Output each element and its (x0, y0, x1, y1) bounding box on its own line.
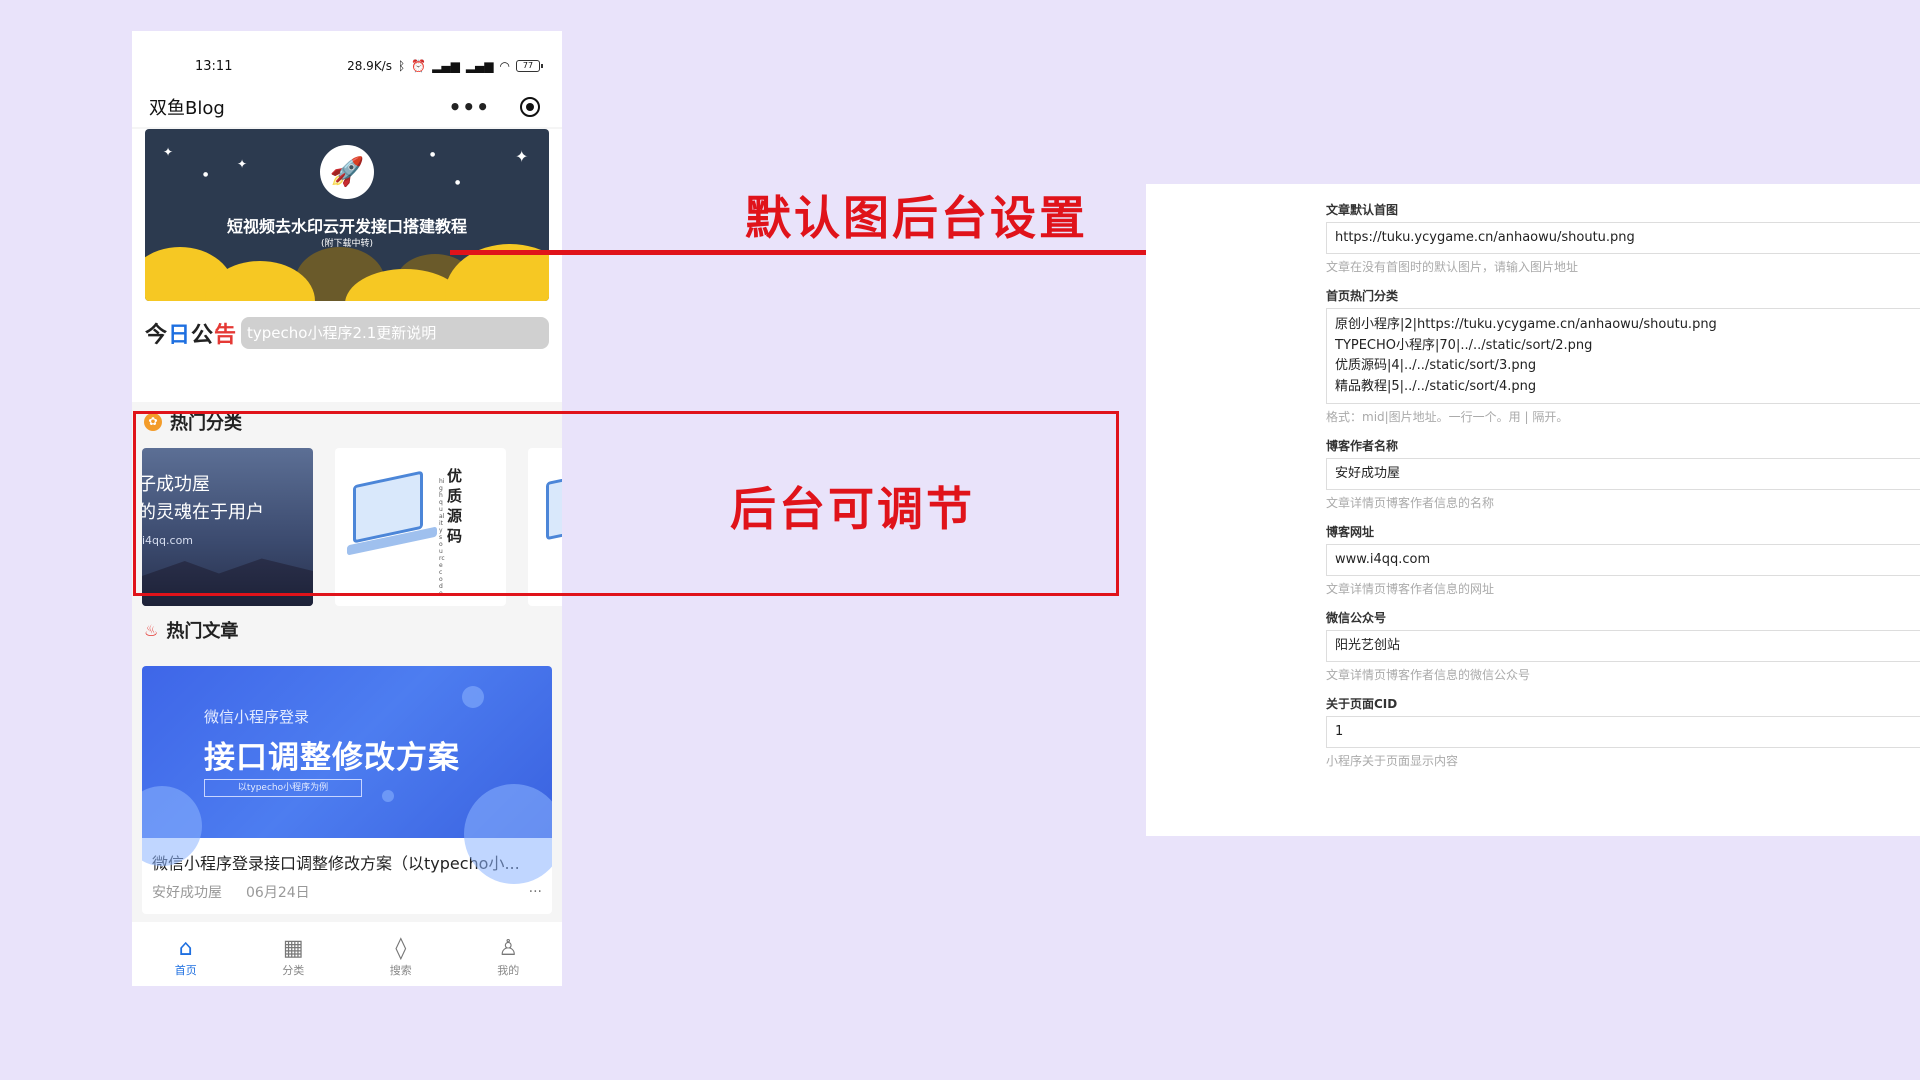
article-cover[interactable]: 微信小程序登录 接口调整修改方案 以typecho小程序为例 (142, 666, 552, 884)
bubble-shape (382, 790, 394, 802)
annotation-adjustable: 后台可调节 (730, 482, 975, 536)
net-speed: 28.9K/s (347, 59, 392, 73)
nav-bar: 双鱼Blog ••• (132, 87, 562, 127)
tab-bar: ⌂ 首页 ▦ 分类 ◊ 搜索 ♙ 我的 (132, 922, 562, 986)
announcement-logo: 今日公告 (145, 323, 238, 348)
star-icon: ✦ (237, 157, 248, 171)
status-bar: 13:11 28.9K/s ᛒ ⏰ ▂▄▆ ▂▄▆ ◠ 77 (132, 31, 562, 87)
home-icon: ⌂ (178, 936, 193, 961)
status-time: 13:11 (195, 58, 233, 74)
user-icon: ♙ (498, 936, 519, 961)
star-icon: ● (430, 151, 436, 158)
wechat-desc: 文章详情页博客作者信息的微信公众号 (1326, 668, 1531, 682)
article-meta: 安好成功屋 06月24日 ··· (142, 874, 552, 914)
blog-url-desc: 文章详情页博客作者信息的网址 (1326, 582, 1495, 596)
wechat-label: 微信公众号 (1326, 611, 1387, 625)
more-icon[interactable]: ··· (529, 884, 542, 900)
default-image-input[interactable]: https://tuku.ycygame.cn/anhaowu/shoutu.p… (1326, 222, 1920, 254)
top-section: ✦ ● ✦ ● ✦ ● 🚀 短视频去水印云开发接口搭建教程 (附下载中转) 今日… (132, 129, 562, 402)
default-image-label: 文章默认首图 (1326, 203, 1399, 217)
fire-icon: ♨ (144, 620, 159, 640)
tab-category[interactable]: ▦ 分类 (263, 936, 323, 978)
page-title: 双鱼Blog (149, 98, 225, 119)
grid-icon: ▦ (282, 936, 304, 961)
about-cid-label: 关于页面CID (1326, 697, 1398, 711)
wifi-icon: ◠ (499, 59, 510, 73)
star-icon: ● (455, 179, 461, 186)
about-cid-input[interactable]: 1 (1326, 716, 1920, 748)
announcement-text[interactable]: typecho小程序2.1更新说明 (241, 317, 549, 349)
star-icon: ● (203, 171, 209, 178)
annotation-default-image: 默认图后台设置 (745, 191, 1088, 245)
signal-icon: ▂▄▆ (432, 59, 460, 73)
close-miniapp-icon[interactable] (520, 97, 540, 117)
blog-url-label: 博客网址 (1326, 525, 1375, 539)
flame-icon: ◊ (395, 936, 407, 961)
article-card[interactable]: 微信小程序登录 接口调整修改方案 以typecho小程序为例 微信小程序登录接口… (142, 666, 552, 914)
hot-articles-heading: ♨ 热门文章 (132, 610, 562, 650)
rocket-icon: 🚀 (320, 145, 374, 199)
signal-icon: ▂▄▆ (465, 59, 494, 73)
wechat-input[interactable]: 阳光艺创站 (1326, 630, 1920, 662)
more-icon[interactable]: ••• (449, 95, 490, 119)
author-name-desc: 文章详情页博客作者信息的名称 (1326, 496, 1495, 510)
battery-icon: 77 (516, 60, 543, 72)
blog-url-input[interactable]: www.i4qq.com (1326, 544, 1920, 576)
admin-settings-panel: 文章默认首图 https://tuku.ycygame.cn/anhaowu/s… (1146, 184, 1920, 836)
tab-search[interactable]: ◊ 搜索 (371, 936, 431, 978)
hot-categories-desc: 格式：mid|图片地址。一行一个。用 | 隔开。 (1326, 410, 1569, 424)
article-author: 安好成功屋 (152, 885, 222, 901)
tab-mine[interactable]: ♙ 我的 (478, 936, 538, 978)
bluetooth-icon: ᛒ (397, 59, 406, 73)
banner-title: 短视频去水印云开发接口搭建教程 (226, 217, 467, 236)
article-date: 06月24日 (246, 885, 310, 901)
author-name-input[interactable]: 安好成功屋 (1326, 458, 1920, 490)
author-name-label: 博客作者名称 (1326, 439, 1399, 453)
banner-carousel[interactable]: ✦ ● ✦ ● ✦ ● 🚀 短视频去水印云开发接口搭建教程 (附下载中转) (145, 129, 549, 301)
default-image-desc: 文章在没有首图时的默认图片，请输入图片地址 (1326, 260, 1579, 274)
bubble-shape (462, 686, 484, 708)
star-icon: ✦ (515, 147, 529, 166)
hot-categories-textarea[interactable]: 原创小程序|2|https://tuku.ycygame.cn/anhaowu/… (1326, 308, 1920, 404)
miniapp-capsule: ••• (449, 95, 540, 119)
about-cid-desc: 小程序关于页面显示内容 (1326, 754, 1459, 768)
star-icon: ✦ (163, 145, 174, 159)
announcement-bar[interactable]: 今日公告 typecho小程序2.1更新说明 (145, 317, 549, 349)
alarm-icon: ⏰ (411, 59, 427, 73)
hot-categories-label: 首页热门分类 (1326, 289, 1399, 303)
tab-home[interactable]: ⌂ 首页 (156, 936, 216, 978)
status-indicators: 28.9K/s ᛒ ⏰ ▂▄▆ ▂▄▆ ◠ 77 (347, 59, 543, 73)
